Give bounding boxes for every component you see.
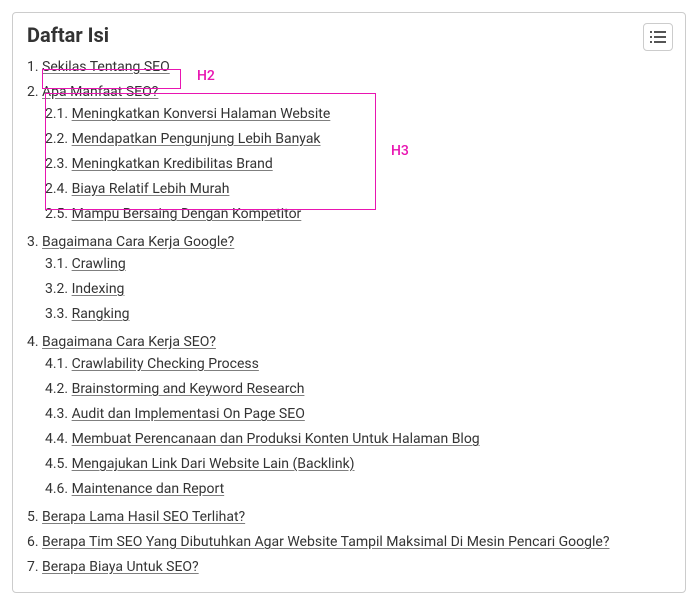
toc-sublist: 3.1. Crawling 3.2. Indexing 3.3. Rangkin… xyxy=(27,250,671,325)
toc-link[interactable]: Rangking xyxy=(72,306,130,322)
toc-subitem: 4.5. Mengajukan Link Dari Website Lain (… xyxy=(45,450,671,475)
toc-sublist: 4.1. Crawlability Checking Process 4.2. … xyxy=(27,350,671,500)
toc-item: 7. Berapa Biaya Untuk SEO? xyxy=(27,553,671,578)
toc-item: 1. Sekilas Tentang SEO xyxy=(27,53,671,78)
toc-num: 3. xyxy=(27,234,39,250)
toc-link[interactable]: Apa Manfaat SEO? xyxy=(42,84,158,100)
toc-num: 3.2. xyxy=(45,281,68,297)
toc-link[interactable]: Berapa Lama Hasil SEO Terlihat? xyxy=(42,509,245,525)
toc-num: 2.3. xyxy=(45,156,68,172)
toc-num: 5. xyxy=(27,509,39,525)
toc-num: 3.3. xyxy=(45,306,68,322)
toc-link[interactable]: Maintenance dan Report xyxy=(72,481,225,497)
toc-num: 4.2. xyxy=(45,381,68,397)
toc-subitem: 4.1. Crawlability Checking Process xyxy=(45,350,671,375)
toc-num: 2.2. xyxy=(45,131,68,147)
toc-num: 2.4. xyxy=(45,181,68,197)
toc-link[interactable]: Biaya Relatif Lebih Murah xyxy=(72,181,230,197)
toc-link[interactable]: Sekilas Tentang SEO xyxy=(42,59,170,75)
toc-link[interactable]: Bagaimana Cara Kerja SEO? xyxy=(42,334,216,350)
toc-num: 4. xyxy=(27,334,39,350)
toc-item: 6. Berapa Tim SEO Yang Dibutuhkan Agar W… xyxy=(27,528,671,553)
toc-link[interactable]: Bagaimana Cara Kerja Google? xyxy=(42,234,234,250)
toc-container: Daftar Isi 1. Sekilas Tentang SEO 2. Apa… xyxy=(12,12,686,593)
toc-num: 6. xyxy=(27,534,39,550)
toc-link[interactable]: Crawlability Checking Process xyxy=(72,356,259,372)
toc-link[interactable]: Audit dan Implementasi On Page SEO xyxy=(72,406,305,422)
toc-item: 4. Bagaimana Cara Kerja SEO? 4.1. Crawla… xyxy=(27,328,671,503)
toc-title: Daftar Isi xyxy=(27,23,671,47)
toc-subitem: 2.1. Meningkatkan Konversi Halaman Websi… xyxy=(45,100,671,125)
toc-subitem: 2.2. Mendapatkan Pengunjung Lebih Banyak xyxy=(45,125,671,150)
toc-link[interactable]: Mendapatkan Pengunjung Lebih Banyak xyxy=(72,131,321,147)
toc-subitem: 3.1. Crawling xyxy=(45,250,671,275)
toc-subitem: 2.4. Biaya Relatif Lebih Murah xyxy=(45,175,671,200)
toc-link[interactable]: Mampu Bersaing Dengan Kompetitor xyxy=(72,206,302,222)
toc-num: 4.1. xyxy=(45,356,68,372)
toc-num: 4.4. xyxy=(45,431,68,447)
toc-link[interactable]: Mengajukan Link Dari Website Lain (Backl… xyxy=(72,456,355,472)
toc-num: 2. xyxy=(27,84,39,100)
toc-sublist: 2.1. Meningkatkan Konversi Halaman Websi… xyxy=(27,100,671,225)
toc-num: 2.5. xyxy=(45,206,68,222)
toc-subitem: 4.3. Audit dan Implementasi On Page SEO xyxy=(45,400,671,425)
list-icon xyxy=(650,30,666,44)
toc-subitem: 2.5. Mampu Bersaing Dengan Kompetitor xyxy=(45,200,671,225)
toc-num: 7. xyxy=(27,559,39,575)
toc-subitem: 4.6. Maintenance dan Report xyxy=(45,475,671,500)
toc-num: 4.5. xyxy=(45,456,68,472)
toc-subitem: 3.3. Rangking xyxy=(45,300,671,325)
toc-link[interactable]: Indexing xyxy=(72,281,125,297)
toc-link[interactable]: Berapa Biaya Untuk SEO? xyxy=(42,559,199,575)
toc-link[interactable]: Berapa Tim SEO Yang Dibutuhkan Agar Webs… xyxy=(42,534,609,550)
toc-num: 4.3. xyxy=(45,406,68,422)
toc-toggle-button[interactable] xyxy=(643,23,673,51)
toc-subitem: 4.4. Membuat Perencanaan dan Produksi Ko… xyxy=(45,425,671,450)
toc-subitem: 2.3. Meningkatkan Kredibilitas Brand xyxy=(45,150,671,175)
toc-link[interactable]: Membuat Perencanaan dan Produksi Konten … xyxy=(72,431,480,447)
toc-num: 1. xyxy=(27,59,39,75)
toc-link[interactable]: Crawling xyxy=(72,256,126,272)
toc-num: 2.1. xyxy=(45,106,68,122)
toc-item: 2. Apa Manfaat SEO? 2.1. Meningkatkan Ko… xyxy=(27,78,671,228)
toc-subitem: 3.2. Indexing xyxy=(45,275,671,300)
toc-item: 3. Bagaimana Cara Kerja Google? 3.1. Cra… xyxy=(27,228,671,328)
toc-num: 3.1. xyxy=(45,256,68,272)
toc-num: 4.6. xyxy=(45,481,68,497)
toc-item: 5. Berapa Lama Hasil SEO Terlihat? xyxy=(27,503,671,528)
toc-list: 1. Sekilas Tentang SEO 2. Apa Manfaat SE… xyxy=(27,53,671,578)
toc-link[interactable]: Brainstorming and Keyword Research xyxy=(72,381,305,397)
toc-link[interactable]: Meningkatkan Kredibilitas Brand xyxy=(72,156,273,172)
toc-subitem: 4.2. Brainstorming and Keyword Research xyxy=(45,375,671,400)
toc-link[interactable]: Meningkatkan Konversi Halaman Website xyxy=(72,106,331,122)
